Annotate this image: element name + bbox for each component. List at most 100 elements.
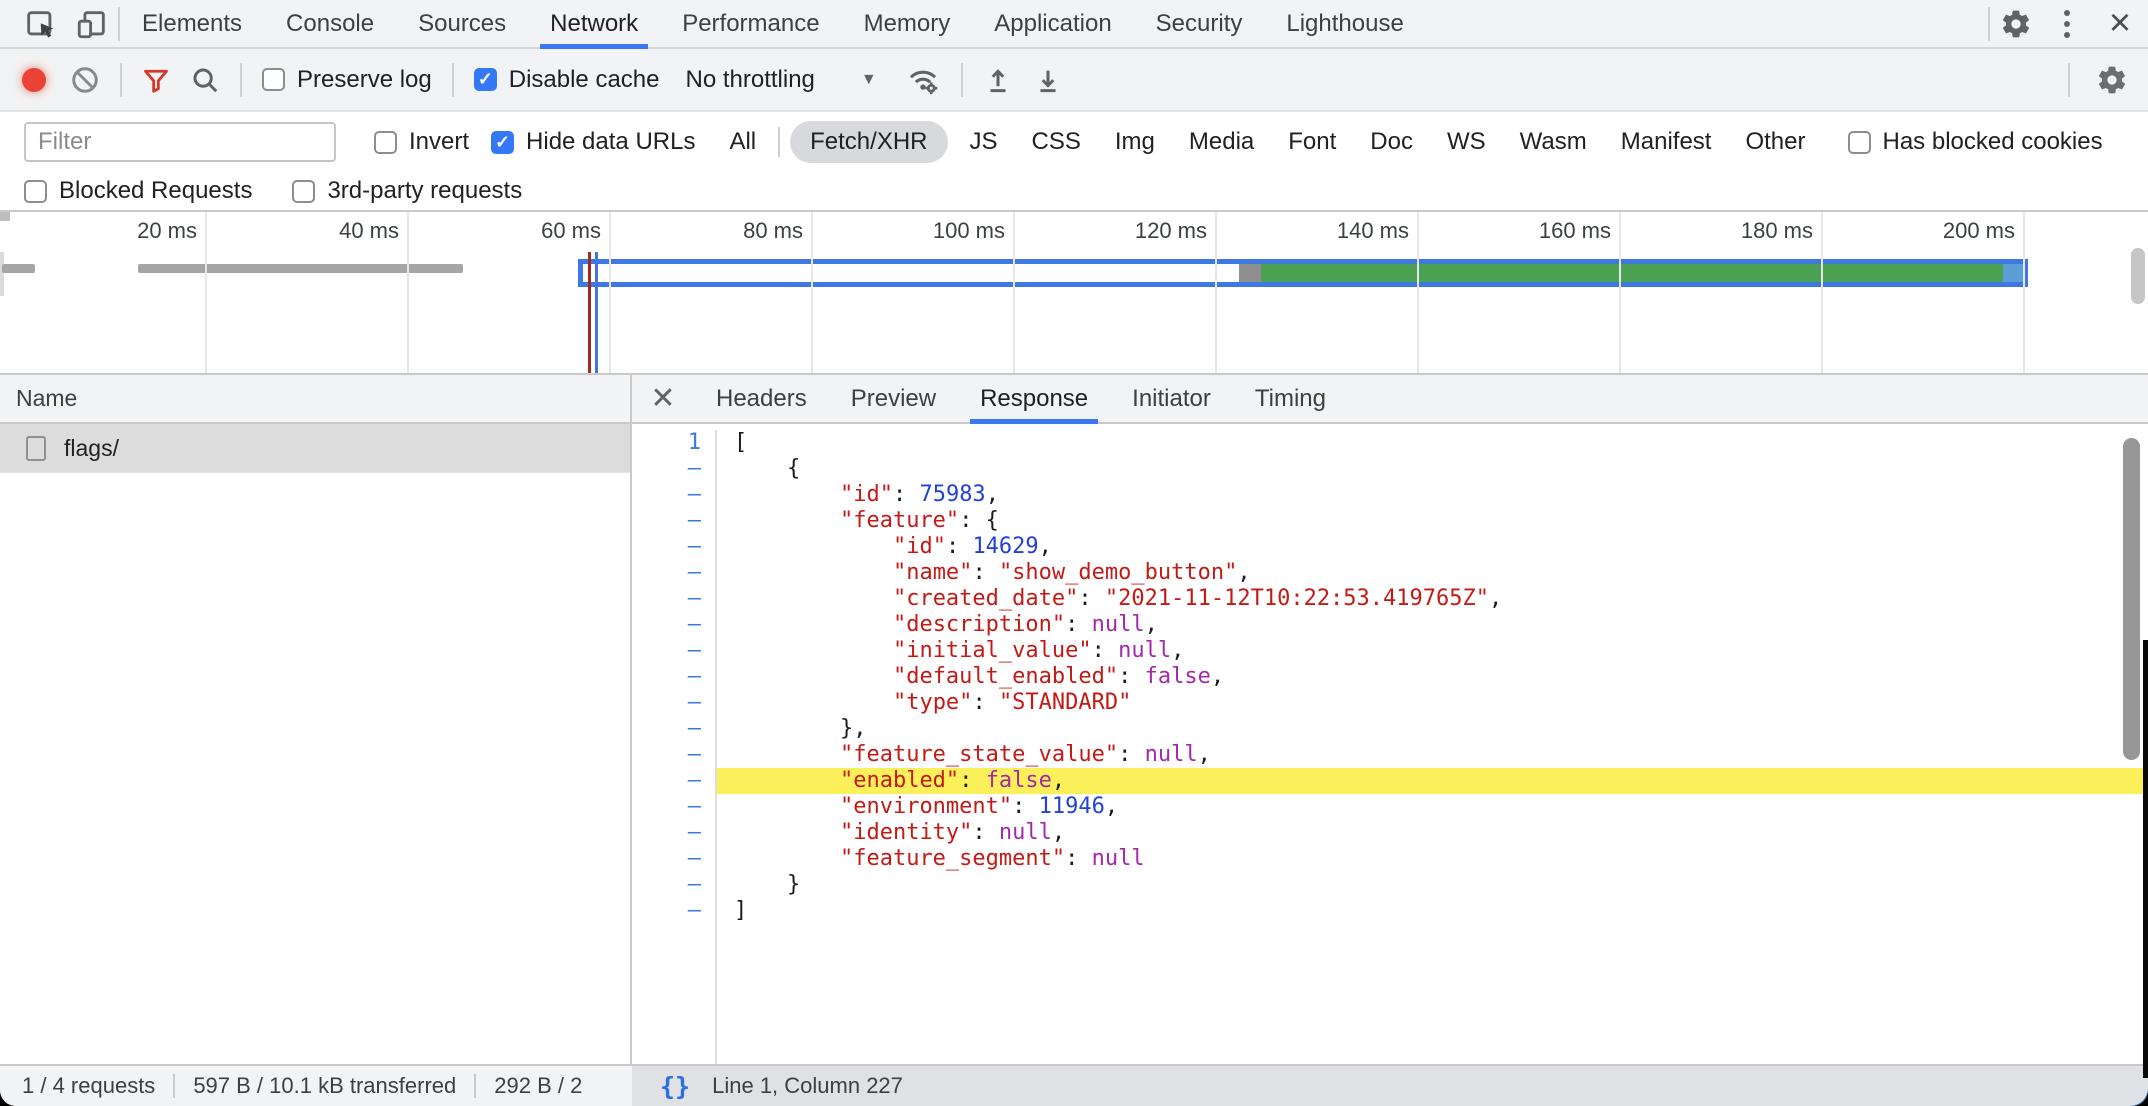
clear-network-log-icon[interactable] <box>70 65 100 95</box>
line-number: – <box>632 690 701 716</box>
chevron-down-icon[interactable]: ▼ <box>861 71 877 89</box>
chip-doc[interactable]: Doc <box>1358 121 1425 163</box>
third-party-requests-checkbox[interactable] <box>292 180 315 203</box>
requests-count: 1 / 4 requests <box>22 1073 155 1099</box>
hide-data-urls-checkbox[interactable]: ✓ <box>491 131 514 154</box>
request-table-header[interactable]: Name <box>0 375 630 424</box>
timeline-gridline <box>1821 212 1823 373</box>
tab-elements[interactable]: Elements <box>120 0 264 47</box>
detail-tab-preview[interactable]: Preview <box>829 375 958 422</box>
request-bar-gray-2 <box>138 264 463 273</box>
settings-gear-icon[interactable] <box>1990 0 2042 47</box>
line-number: – <box>632 638 701 664</box>
has-blocked-cookies-toggle[interactable]: Has blocked cookies <box>1848 128 2103 156</box>
tab-memory[interactable]: Memory <box>842 0 973 47</box>
chip-media[interactable]: Media <box>1177 121 1266 163</box>
chip-other[interactable]: Other <box>1733 121 1817 163</box>
cursor-position: Line 1, Column 227 <box>712 1073 903 1099</box>
chip-js[interactable]: JS <box>958 121 1010 163</box>
request-row-flags-[interactable]: flags/ <box>0 424 630 473</box>
detail-tabbar: ✕ HeadersPreviewResponseInitiatorTiming <box>632 375 2148 424</box>
timeline-tick-label: 160 ms <box>1451 218 1611 244</box>
overview-scrollbar-thumb[interactable] <box>2131 248 2145 304</box>
code-line: "description": null, <box>717 612 2148 638</box>
timeline-tick-label: 20 ms <box>37 218 197 244</box>
preserve-log-label: Preserve log <box>297 66 432 94</box>
close-detail-icon[interactable]: ✕ <box>632 375 694 422</box>
blocked-requests-checkbox[interactable] <box>24 180 47 203</box>
chip-ws[interactable]: WS <box>1435 121 1498 163</box>
inspect-element-icon[interactable] <box>14 0 66 47</box>
invert-checkbox[interactable] <box>374 131 397 154</box>
bar-segment-content <box>1261 264 2003 282</box>
response-code[interactable]: [ { "id": 75983, "feature": { "id": 1462… <box>717 430 2148 1064</box>
response-viewer[interactable]: 1–––––––––––––––––– [ { "id": 75983, "fe… <box>632 424 2148 1064</box>
device-toolbar-icon[interactable] <box>66 0 118 47</box>
third-party-requests-toggle[interactable]: 3rd-party requests <box>292 177 522 205</box>
disable-cache-toggle[interactable]: ✓ Disable cache <box>474 66 660 94</box>
preserve-log-checkbox[interactable] <box>262 68 285 91</box>
filter-input[interactable] <box>24 122 336 162</box>
timeline-gridline <box>1619 212 1621 373</box>
record-network-log-icon[interactable] <box>22 68 46 92</box>
preserve-log-toggle[interactable]: Preserve log <box>262 66 432 94</box>
detail-tab-headers[interactable]: Headers <box>694 375 829 422</box>
line-number: – <box>632 612 701 638</box>
tab-lighthouse[interactable]: Lighthouse <box>1264 0 1425 47</box>
line-number: – <box>632 482 701 508</box>
code-line: } <box>717 872 2148 898</box>
network-settings-gear-icon[interactable] <box>2096 64 2128 96</box>
chip-fetch-xhr[interactable]: Fetch/XHR <box>790 121 947 163</box>
chip-all[interactable]: All <box>717 121 768 163</box>
timeline-gridline <box>609 212 611 373</box>
network-overview-timeline[interactable]: 20 ms40 ms60 ms80 ms100 ms120 ms140 ms16… <box>0 212 2148 375</box>
disable-cache-label: Disable cache <box>509 66 660 94</box>
line-number: – <box>632 508 701 534</box>
response-scrollbar-thumb[interactable] <box>2123 438 2140 760</box>
has-blocked-cookies-checkbox[interactable] <box>1848 131 1871 154</box>
invert-toggle[interactable]: Invert <box>374 128 469 156</box>
request-list-panel: Name flags/ <box>0 375 632 1064</box>
chip-font[interactable]: Font <box>1276 121 1348 163</box>
chip-manifest[interactable]: Manifest <box>1609 121 1724 163</box>
blocked-requests-toggle[interactable]: Blocked Requests <box>24 177 252 205</box>
chip-css[interactable]: CSS <box>1020 121 1093 163</box>
overview-handle[interactable] <box>0 212 10 221</box>
chip-img[interactable]: Img <box>1103 121 1167 163</box>
code-line: }, <box>717 716 2148 742</box>
tab-application[interactable]: Application <box>972 0 1133 47</box>
export-har-icon[interactable] <box>1033 65 1063 95</box>
invert-label: Invert <box>409 128 469 156</box>
chip-wasm[interactable]: Wasm <box>1508 121 1599 163</box>
detail-tab-initiator[interactable]: Initiator <box>1110 375 1233 422</box>
request-bar-gray-1 <box>2 264 35 273</box>
detail-tab-response[interactable]: Response <box>958 375 1110 422</box>
resources-size: 292 B / 2 <box>494 1073 582 1099</box>
search-icon[interactable] <box>190 65 220 95</box>
throttling-select[interactable]: No throttling <box>685 66 814 94</box>
code-line: "name": "show_demo_button", <box>717 560 2148 586</box>
tab-performance[interactable]: Performance <box>660 0 841 47</box>
pretty-print-icon[interactable]: {} <box>660 1072 690 1101</box>
disable-cache-checkbox[interactable]: ✓ <box>474 68 497 91</box>
timeline-tick-label: 100 ms <box>845 218 1005 244</box>
tab-sources[interactable]: Sources <box>396 0 528 47</box>
import-har-icon[interactable] <box>983 65 1013 95</box>
timeline-tick-label: 140 ms <box>1249 218 1409 244</box>
tab-security[interactable]: Security <box>1134 0 1265 47</box>
tab-network[interactable]: Network <box>528 0 660 47</box>
tab-console[interactable]: Console <box>264 0 396 47</box>
code-line-highlighted: "enabled": false, <box>717 768 2148 794</box>
detail-tab-timing[interactable]: Timing <box>1233 375 1348 422</box>
network-conditions-icon[interactable] <box>905 63 941 97</box>
name-column-header[interactable]: Name <box>16 385 77 412</box>
timeline-tick-label: 80 ms <box>643 218 803 244</box>
hide-data-urls-toggle[interactable]: ✓ Hide data URLs <box>491 128 695 156</box>
timeline-gridline <box>205 212 207 373</box>
close-devtools-icon[interactable]: × <box>2092 0 2148 47</box>
source-status-bar: {} Line 1, Column 227 <box>632 1064 2148 1106</box>
more-options-icon[interactable] <box>2042 0 2092 47</box>
filter-icon[interactable] <box>142 66 170 94</box>
code-line: "environment": 11946, <box>717 794 2148 820</box>
line-number: – <box>632 560 701 586</box>
